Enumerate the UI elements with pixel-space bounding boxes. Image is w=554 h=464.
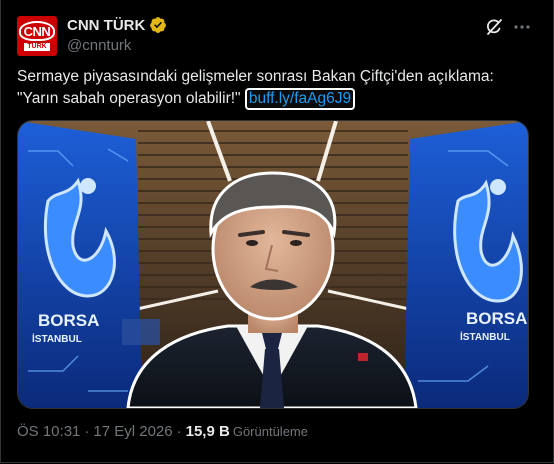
right-sign-line1: BORSA <box>466 309 527 328</box>
tweet-text: Sermaye piyasasındaki gelişmeler sonrası… <box>17 66 537 110</box>
author-handle[interactable]: @cnnturk <box>67 37 131 54</box>
tweet-quote: "Yarın sabah operasyon olabilir!" <box>17 90 241 107</box>
tweet-text-line2: "Yarın sabah operasyon olabilir!" buff.l… <box>17 88 537 110</box>
tweet-date[interactable]: 17 Eyl 2026 <box>93 423 172 440</box>
more-icon[interactable] <box>512 17 532 37</box>
avatar-logo-text: CNN <box>18 21 56 41</box>
tweet-media-image[interactable]: BORSA İSTANBUL BORSA İSTANBUL <box>17 120 529 409</box>
meta-separator: · <box>176 423 182 440</box>
tweet-link[interactable]: buff.ly/faAg6J9 <box>244 88 356 110</box>
tweet-meta: ÖS 10:31 · 17 Eyl 2026 · 15,9 B Görüntül… <box>17 423 308 440</box>
right-sign-line2: İSTANBUL <box>460 330 510 343</box>
media-illustration: BORSA İSTANBUL BORSA İSTANBUL <box>18 121 528 408</box>
tweet-time[interactable]: ÖS 10:31 <box>17 423 80 440</box>
views-label: Görüntüleme <box>232 424 308 439</box>
grok-icon[interactable] <box>484 17 504 37</box>
tweet-text-line1: Sermaye piyasasındaki gelişmeler sonrası… <box>17 68 494 85</box>
left-sign-line2: İSTANBUL <box>32 332 82 345</box>
avatar[interactable]: CNN TÜRK <box>17 16 57 56</box>
verified-badge-icon[interactable] <box>149 16 167 34</box>
views-count: 15,9 B <box>185 423 230 440</box>
tweet-card[interactable]: CNN TÜRK CNN TÜRK @cnnturk Sermaye piyas… <box>0 0 554 463</box>
author-display-name[interactable]: CNN TÜRK <box>67 17 145 34</box>
avatar-logo-subtext: TÜRK <box>24 43 50 51</box>
author-name-row: CNN TÜRK <box>67 16 167 34</box>
meta-separator: · <box>84 423 90 440</box>
left-sign-line1: BORSA <box>38 311 99 330</box>
